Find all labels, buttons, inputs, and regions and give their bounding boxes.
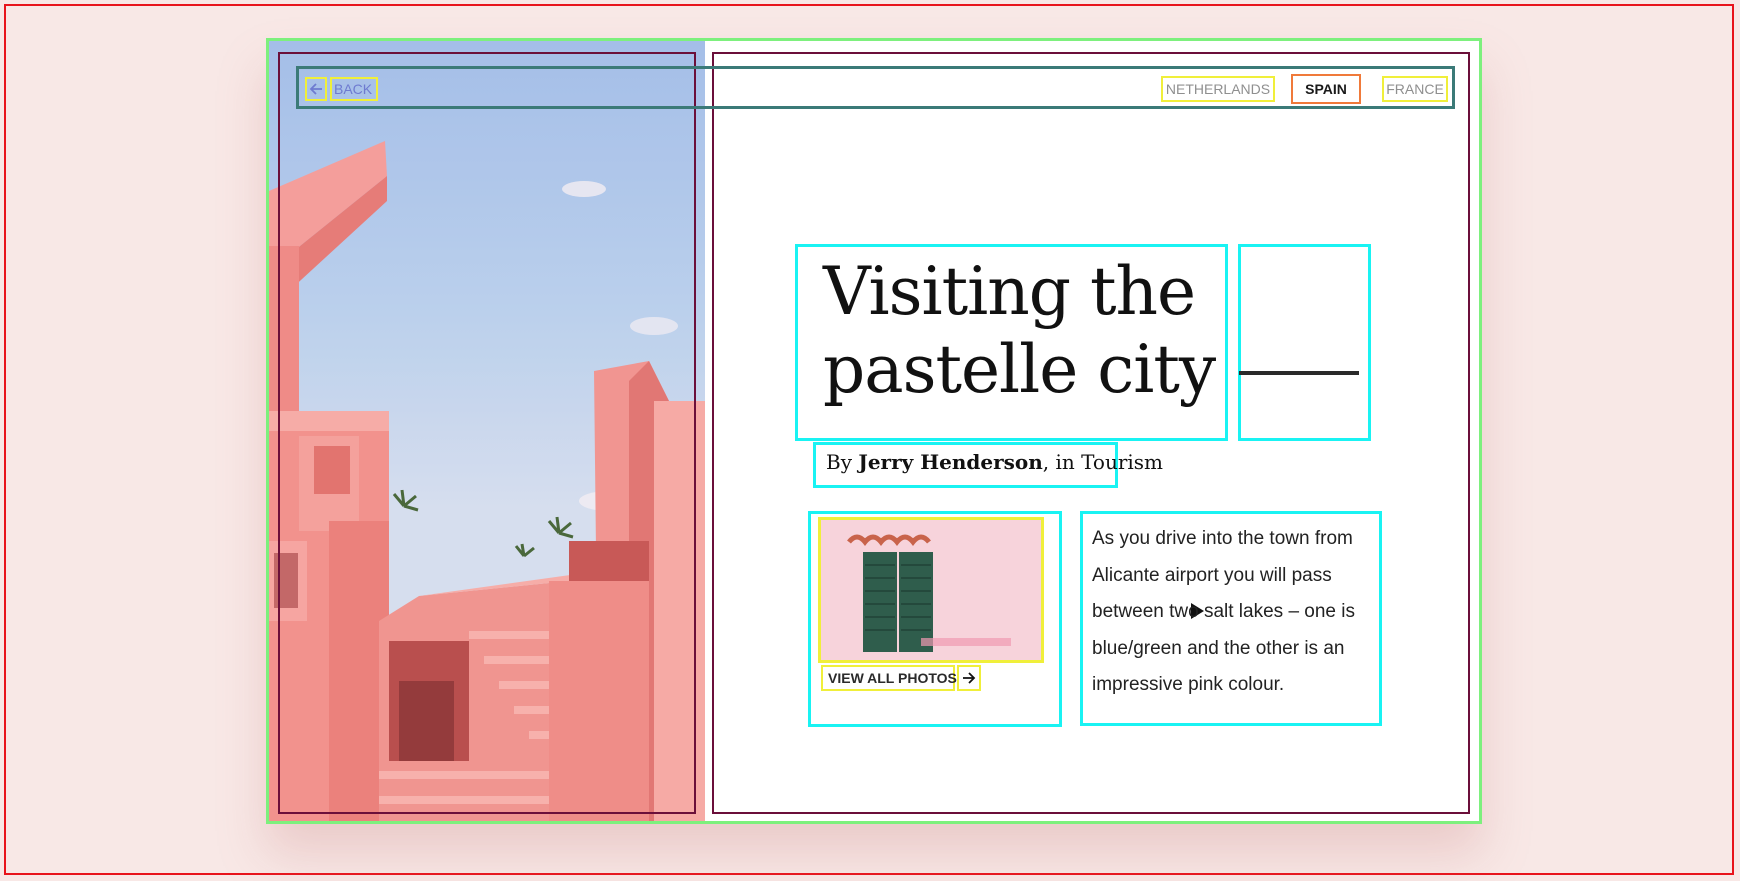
article-card: BACK NETHERLANDS SPAIN FRANCE Visiting t… — [266, 38, 1482, 824]
video-thumbnail[interactable] — [818, 517, 1044, 663]
top-navigation-bar — [296, 66, 1455, 109]
title-line-1: Visiting the — [823, 253, 1196, 330]
view-all-photos-link[interactable]: VIEW ALL PHOTOS — [821, 665, 957, 691]
title-dash-divider — [1239, 371, 1359, 375]
title-decoration-frame — [1238, 244, 1371, 441]
byline-prefix: By — [826, 450, 852, 474]
article-byline: By Jerry Henderson, in Tourism — [826, 445, 1163, 479]
back-button-icon[interactable] — [305, 77, 327, 101]
article-body-text: As you drive into the town from Alicante… — [1092, 528, 1355, 695]
hero-photo — [269, 41, 705, 821]
title-line-2: pastelle city — [823, 331, 1216, 408]
tab-france[interactable]: FRANCE — [1382, 76, 1448, 102]
arrow-right-icon — [963, 672, 976, 684]
byline-category: , in Tourism — [1042, 450, 1164, 474]
view-all-photos-arrow[interactable] — [957, 665, 981, 691]
window-shutters-thumbnail — [821, 520, 1041, 660]
tab-netherlands[interactable]: NETHERLANDS — [1161, 76, 1275, 102]
article-title: Visiting the pastelle city — [823, 253, 1223, 409]
pink-building-illustration — [269, 41, 705, 821]
tab-spain[interactable]: SPAIN — [1291, 74, 1361, 104]
author-name[interactable]: Jerry Henderson — [858, 450, 1042, 474]
arrow-left-icon — [309, 83, 322, 95]
back-button[interactable]: BACK — [330, 77, 378, 101]
